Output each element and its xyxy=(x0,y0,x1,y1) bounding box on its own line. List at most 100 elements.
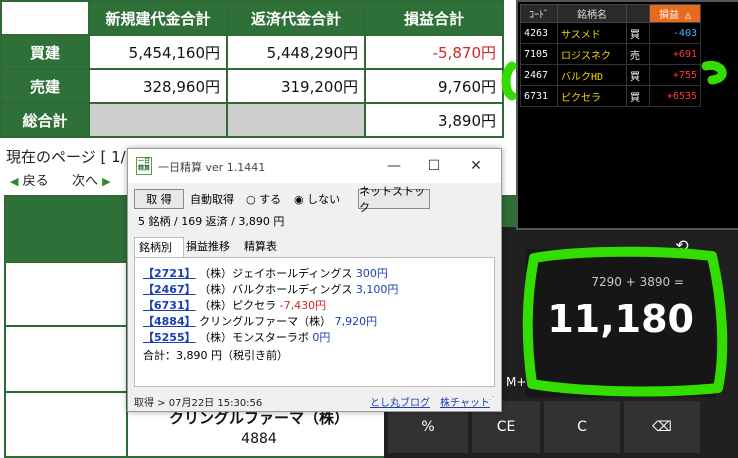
radio-on[interactable]: ○ する xyxy=(246,191,281,207)
list-item[interactable]: 【2467】 （株）バルクホールディングス 3,100円 xyxy=(143,282,398,298)
ticker-row[interactable]: 2467 バルクHD 買 +755 xyxy=(520,64,701,86)
ticker-row[interactable]: 6731 ピクセラ 買 +6535 xyxy=(520,85,701,107)
ticker-name: ロジスネク xyxy=(557,43,627,65)
ticker-col-name[interactable]: 銘柄名 xyxy=(557,4,627,23)
clear-key[interactable]: C xyxy=(544,401,620,453)
window-title: 一日精算 ver 1.1441 xyxy=(158,161,266,174)
backspace-key[interactable]: ⌫ xyxy=(624,401,700,453)
sell-new-total: 328,960円 xyxy=(88,68,228,104)
stock-name: クリングルファーマ（株） xyxy=(199,315,332,328)
header-new-total: 新規建代金合計 xyxy=(88,0,228,36)
back-arrow-icon: ◀ xyxy=(10,175,19,188)
list-item[interactable]: 【6731】 （株）ピクセラ -7,430円 xyxy=(143,298,326,314)
resize-grip-icon[interactable]: ⋰ xyxy=(486,395,494,404)
stock-code-link[interactable]: 【5255】 xyxy=(143,331,196,344)
radio-off[interactable]: ◉ しない xyxy=(294,191,340,207)
ticker-side: 買 xyxy=(626,64,650,86)
next-arrow-icon: ▶ xyxy=(102,175,111,188)
stock-name: （株）ジェイホールディングス xyxy=(199,267,353,280)
current-page-label: 現在のページ [ 1/1 ] xyxy=(6,148,146,166)
bg-cell xyxy=(4,325,128,393)
summary-row-sell: 売建 328,960円 319,200円 9,760円 xyxy=(0,68,504,104)
back-label: 戻る xyxy=(22,174,49,189)
radio-on-label: する xyxy=(259,193,282,206)
minimize-button[interactable]: — xyxy=(374,153,414,179)
ticker-col-pl[interactable]: 損益 △ xyxy=(649,4,701,23)
list-item[interactable]: 【4884】 クリングルファーマ（株） 7,920円 xyxy=(143,314,377,330)
row-label-sell: 売建 xyxy=(0,68,90,104)
status-bar: 取得 > 07月22日 15:30:56 とし丸ブログ 株チャット ⋰ xyxy=(128,389,501,411)
ticker-code: 6731 xyxy=(520,85,558,107)
summary-header-row: 新規建代金合計 返済代金合計 損益合計 xyxy=(0,0,504,36)
total-new-empty xyxy=(88,102,228,138)
calc-result: 11,180 xyxy=(547,297,694,341)
header-pl-total: 損益合計 xyxy=(364,0,504,36)
fetch-button[interactable]: 取 得 xyxy=(134,189,184,209)
summary-line: 5 銘柄 / 169 返済 / 3,890 円 xyxy=(138,215,285,228)
stock-code-link[interactable]: 【4884】 xyxy=(143,315,196,328)
tab-by-stock[interactable]: 銘柄別 xyxy=(134,237,184,258)
summary-table: 新規建代金合計 返済代金合計 損益合計 買建 5,454,160円 5,448,… xyxy=(0,0,504,138)
auto-fetch-label: 自動取得 xyxy=(190,193,234,206)
ticker-name: バルクHD xyxy=(557,64,627,86)
stock-value: 300円 xyxy=(355,267,388,280)
bg-stock-code: 4884 xyxy=(241,431,277,447)
ticker-code: 4263 xyxy=(520,22,558,44)
list-total: 合計：3,890 円（税引き前） xyxy=(143,349,288,362)
ticker-col-side[interactable] xyxy=(626,4,650,23)
stock-code-link[interactable]: 【2467】 xyxy=(143,283,196,296)
memory-plus-button[interactable]: M+ xyxy=(506,375,526,389)
ticker-name: ピクセラ xyxy=(557,85,627,107)
buy-close-total: 5,448,290円 xyxy=(226,34,366,70)
ticker-side: 買 xyxy=(626,85,650,107)
next-link[interactable]: 次へ ▶ xyxy=(72,170,111,189)
ticker-row[interactable]: 4263 サスメド 買 -403 xyxy=(520,22,701,44)
stock-name: （株）バルクホールディングス xyxy=(199,283,353,296)
summary-row-total: 総合計 3,890円 xyxy=(0,102,504,138)
ticker-pl: +6535 xyxy=(649,85,701,107)
stock-code-link[interactable]: 【6731】 xyxy=(143,299,196,312)
row-label-buy: 買建 xyxy=(0,34,90,70)
row-label-total: 総合計 xyxy=(0,102,90,138)
buy-pl-total: -5,870円 xyxy=(364,34,504,70)
stock-code-link[interactable]: 【2721】 xyxy=(143,267,196,280)
chart-link[interactable]: 株チャット xyxy=(440,394,490,409)
bg-cell xyxy=(4,261,128,327)
ticker-code: 2467 xyxy=(520,64,558,86)
ticker-pl: +691 xyxy=(649,43,701,65)
ticker-side: 売 xyxy=(626,43,650,65)
summary-row-buy: 買建 5,454,160円 5,448,290円 -5,870円 xyxy=(0,34,504,70)
ticker-name: サスメド xyxy=(557,22,627,44)
stock-list: 【2721】 （株）ジェイホールディングス 300円 【2467】 （株）バルク… xyxy=(134,257,495,387)
calc-expression: 7290 + 3890 = xyxy=(591,275,684,289)
ticker-pl: +755 xyxy=(649,64,701,86)
ticker-col-pl-label: 損益 xyxy=(658,10,679,21)
tab-pl-trend[interactable]: 損益推移 xyxy=(186,237,230,257)
stock-value: 7,920円 xyxy=(334,315,378,328)
net-stock-button[interactable]: ネットストック xyxy=(358,185,430,214)
buy-new-total: 5,454,160円 xyxy=(88,34,228,70)
tab-settlement[interactable]: 精算表 xyxy=(244,237,277,257)
radio-off-label: しない xyxy=(307,193,341,206)
grand-pl-total: 3,890円 xyxy=(364,102,504,138)
stock-value: 0円 xyxy=(312,331,331,344)
app-window: 一日 精算 一日精算 ver 1.1441 — ☐ ✕ 取 得 自動取得 ○ す… xyxy=(127,148,502,412)
title-bar: 一日 精算 一日精算 ver 1.1441 — ☐ ✕ xyxy=(128,149,501,183)
list-item[interactable]: 【5255】 （株）モンスターラボ 0円 xyxy=(143,330,330,346)
ticker-panel: ｺｰﾄﾞ 銘柄名 損益 △ 4263 サスメド 買 -403 7105 ロジスネ… xyxy=(516,0,738,230)
sort-ascending-icon: △ xyxy=(685,10,692,21)
next-label: 次へ xyxy=(72,174,99,189)
ticker-pl: -403 xyxy=(649,22,701,44)
ticker-header-row: ｺｰﾄﾞ 銘柄名 損益 △ xyxy=(520,4,701,23)
stock-value: -7,430円 xyxy=(279,299,327,312)
ticker-code: 7105 xyxy=(520,43,558,65)
ticker-row[interactable]: 7105 ロジスネク 売 +691 xyxy=(520,43,701,65)
maximize-button[interactable]: ☐ xyxy=(414,153,454,179)
ticker-col-code[interactable]: ｺｰﾄﾞ xyxy=(520,4,558,23)
close-button[interactable]: ✕ xyxy=(456,153,496,179)
ticker-side: 買 xyxy=(626,22,650,44)
blog-link[interactable]: とし丸ブログ xyxy=(370,394,430,409)
list-item[interactable]: 【2721】 （株）ジェイホールディングス 300円 xyxy=(143,266,388,282)
summary-corner xyxy=(0,0,90,36)
back-link[interactable]: ◀ 戻る xyxy=(10,170,49,189)
